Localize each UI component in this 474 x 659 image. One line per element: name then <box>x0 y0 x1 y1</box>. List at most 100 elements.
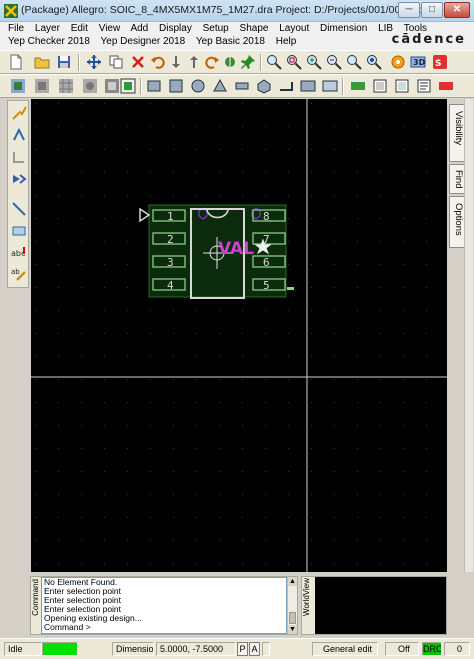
zoom-fit-icon[interactable] <box>286 54 302 70</box>
show-element-icon[interactable] <box>394 78 410 94</box>
left-toolbar: abc ab <box>7 100 29 288</box>
menu-display[interactable]: Display <box>159 23 192 34</box>
color-dialog-icon[interactable] <box>82 78 98 94</box>
etch-layer-icon[interactable] <box>10 78 26 94</box>
toolbar-overflow-icon[interactable] <box>438 78 454 94</box>
menu-file[interactable]: File <box>8 23 24 34</box>
menu-dimension[interactable]: Dimension <box>320 23 367 34</box>
line-shape-icon[interactable] <box>234 78 250 94</box>
tab-visibility-label: Visibility <box>453 111 464 146</box>
absolute-button[interactable]: A <box>249 642 260 656</box>
shape-icon[interactable] <box>212 78 228 94</box>
measure-icon[interactable] <box>350 78 366 94</box>
cline-icon[interactable] <box>278 78 294 94</box>
highlight-icon[interactable] <box>120 78 136 94</box>
polygon-icon[interactable] <box>256 78 272 94</box>
add-rect-icon[interactable] <box>11 223 27 239</box>
redo-step-icon[interactable] <box>186 54 202 70</box>
status-divider <box>262 642 270 656</box>
add-text-icon[interactable]: abc <box>11 245 27 261</box>
report-icon[interactable] <box>416 78 432 94</box>
pin-number-left: 2 <box>167 233 174 246</box>
3d-view-icon[interactable]: 3D <box>410 54 426 70</box>
menu-layout[interactable]: Layout <box>279 23 309 34</box>
route-icon[interactable] <box>11 171 27 187</box>
pin-number-left: 3 <box>167 256 174 269</box>
fix-icon[interactable] <box>222 54 238 70</box>
status-coordinates: 5.0000, -7.5000 <box>156 642 236 656</box>
add-connect-icon[interactable] <box>11 105 27 121</box>
via-icon[interactable] <box>322 78 338 94</box>
zoom-points-icon[interactable] <box>266 54 282 70</box>
design-canvas[interactable]: 1 2 3 4 8 7 6 5 VAL <box>31 99 447 572</box>
delete-icon[interactable] <box>130 54 146 70</box>
toolbar-separator <box>342 78 344 95</box>
move-icon[interactable] <box>86 54 102 70</box>
canvas-drawing[interactable]: 12348765VAL <box>31 99 447 572</box>
property-edit-icon[interactable] <box>372 78 388 94</box>
grid-toggle-icon[interactable] <box>58 78 74 94</box>
delay-tune-icon[interactable] <box>11 149 27 165</box>
new-file-icon[interactable] <box>8 54 24 70</box>
pin-number-right: 6 <box>263 256 270 269</box>
worldview-window[interactable] <box>315 577 446 634</box>
zoom-out-icon[interactable] <box>326 54 342 70</box>
shadow-mode-icon[interactable] <box>390 54 406 70</box>
slide-icon[interactable] <box>11 127 27 143</box>
layer-filter-icon[interactable] <box>34 78 50 94</box>
menu-yep-checker[interactable]: Yep Checker 2018 <box>8 36 90 47</box>
close-button[interactable]: ✕ <box>444 2 470 18</box>
right-panel-edge <box>464 99 473 572</box>
title-bar: (Package) Allegro: SOIC_8_4MX5MX1M75_1M2… <box>0 0 474 22</box>
menu-bar: File Layer Edit View Add Display Setup S… <box>0 22 474 50</box>
undo-icon[interactable] <box>150 54 166 70</box>
copy-icon[interactable] <box>108 54 124 70</box>
status-drc-off: Off <box>385 642 419 656</box>
menu-help[interactable]: Help <box>276 36 297 47</box>
pin-icon[interactable] <box>240 54 256 70</box>
menu-shape[interactable]: Shape <box>240 23 269 34</box>
menu-view[interactable]: View <box>99 23 121 34</box>
pad-icon[interactable] <box>146 78 162 94</box>
allegro-app-icon[interactable] <box>4 4 18 18</box>
rect-pad-icon[interactable] <box>168 78 184 94</box>
toolbar-separator <box>260 54 262 71</box>
scroll-down-icon[interactable]: ▼ <box>288 625 297 634</box>
minimize-button[interactable]: ─ <box>398 2 420 18</box>
command-console[interactable]: No Element Found. Enter selection point … <box>41 577 287 634</box>
save-icon[interactable] <box>56 54 72 70</box>
open-folder-icon[interactable] <box>34 54 50 70</box>
main-toolbar: 3D S <box>0 50 474 74</box>
command-prompt[interactable]: Command > <box>42 623 286 632</box>
circle-pad-icon[interactable] <box>190 78 206 94</box>
tab-find-label: Find <box>453 170 464 189</box>
help-icon[interactable]: S <box>432 54 448 70</box>
pin-number-right: 8 <box>263 210 270 223</box>
secondary-toolbar <box>0 74 474 98</box>
add-line-icon[interactable] <box>11 201 27 217</box>
toolbar-separator <box>140 78 142 95</box>
menu-layer[interactable]: Layer <box>35 23 60 34</box>
pick-button[interactable]: P <box>237 642 248 656</box>
redo-icon[interactable] <box>204 54 220 70</box>
zoom-in-icon[interactable] <box>306 54 322 70</box>
scroll-thumb[interactable] <box>289 612 296 624</box>
command-panel-label: Command <box>30 576 41 635</box>
menu-add[interactable]: Add <box>130 23 148 34</box>
text-icon[interactable] <box>300 78 316 94</box>
scroll-up-icon[interactable]: ▲ <box>288 577 297 586</box>
color-view-icon[interactable] <box>104 78 120 94</box>
console-scrollbar[interactable]: ▲ ▼ <box>287 577 297 634</box>
menu-edit[interactable]: Edit <box>71 23 88 34</box>
menu-yep-designer[interactable]: Yep Designer 2018 <box>101 36 186 47</box>
drc-indicator[interactable]: DRC <box>422 642 442 656</box>
menu-yep-basic[interactable]: Yep Basic 2018 <box>196 36 265 47</box>
edit-text-icon[interactable]: ab <box>11 265 27 281</box>
maximize-button[interactable]: □ <box>421 2 443 18</box>
pad-marker <box>287 287 294 290</box>
menu-setup[interactable]: Setup <box>203 23 229 34</box>
undo-step-icon[interactable] <box>168 54 184 70</box>
redraw-icon[interactable] <box>366 54 382 70</box>
status-active-class[interactable]: Dimensio <box>112 642 154 656</box>
zoom-previous-icon[interactable] <box>346 54 362 70</box>
